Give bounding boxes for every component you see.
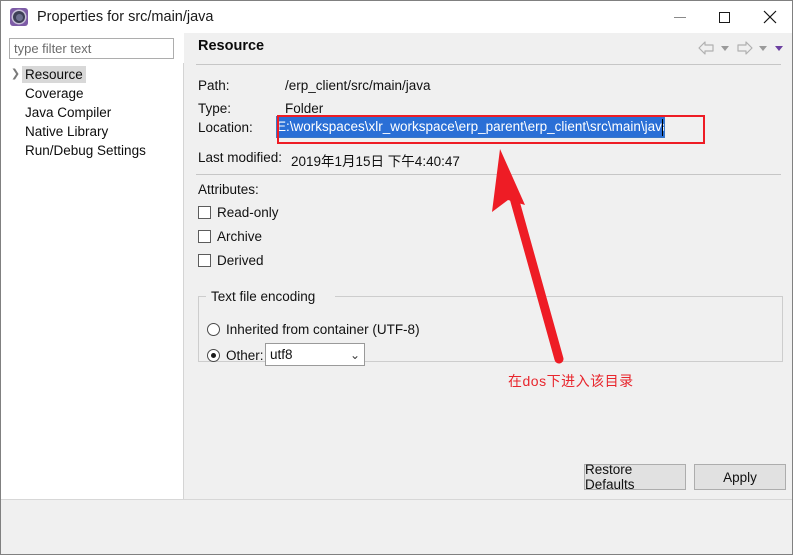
window-title: Properties for src/main/java — [37, 9, 214, 25]
arrow-left-icon — [697, 41, 714, 55]
radio-circle-selected — [207, 349, 220, 362]
page-menu-button[interactable] — [772, 38, 786, 58]
header-divider — [196, 64, 781, 65]
path-value: /erp_client/src/main/java — [285, 78, 431, 93]
chevron-down-icon — [721, 45, 729, 51]
page-header: Resource — [185, 33, 792, 64]
sidebar-item-run-debug-settings[interactable]: Run/Debug Settings — [1, 141, 183, 160]
path-label: Path: — [198, 78, 230, 93]
checkbox-box — [198, 254, 211, 267]
filter-area — [1, 33, 184, 63]
chevron-down-icon: ⌄ — [349, 347, 360, 362]
attributes-divider — [196, 174, 781, 175]
radio-other[interactable]: Other: — [207, 348, 264, 363]
chevron-right-icon[interactable]: ❯ — [9, 69, 22, 80]
close-button[interactable] — [747, 1, 792, 33]
checkbox-archive[interactable]: Archive — [198, 229, 262, 244]
close-icon — [763, 10, 776, 24]
forward-button[interactable] — [734, 38, 754, 58]
annotation-text: 在dos下进入该目录 — [508, 373, 634, 389]
text-cursor — [662, 119, 663, 136]
checkbox-derived[interactable]: Derived — [198, 253, 264, 268]
last-modified-label: Last modified: — [198, 150, 283, 165]
checkbox-box — [198, 230, 211, 243]
properties-dialog: Properties for src/main/java ❯ Resource … — [0, 0, 793, 555]
text-file-encoding-title: Text file encoding — [207, 289, 320, 304]
last-modified-value: 2019年1月15日 下午4:40:47 — [291, 154, 460, 169]
checkbox-box — [198, 206, 211, 219]
sidebar-item-java-compiler[interactable]: Java Compiler — [1, 103, 183, 122]
dialog-footer: ? Apply and Close Cancel https://blog.cs… — [1, 500, 792, 554]
chevron-down-filled-icon — [775, 45, 783, 51]
page-navigation — [696, 38, 786, 58]
encoding-select[interactable]: utf8 ⌄ — [265, 343, 365, 366]
apply-button[interactable]: Apply — [694, 464, 786, 490]
radio-inherited-from-container[interactable]: Inherited from container (UTF-8) — [207, 322, 420, 337]
back-dropdown-button[interactable] — [718, 38, 732, 58]
checkbox-label: Derived — [217, 253, 264, 268]
radio-label: Inherited from container (UTF-8) — [226, 322, 420, 337]
forward-dropdown-button[interactable] — [756, 38, 770, 58]
sidebar-item-coverage[interactable]: Coverage — [1, 84, 183, 103]
sidebar-item-label: Coverage — [25, 86, 84, 101]
radio-circle — [207, 323, 220, 336]
sidebar-item-label: Native Library — [25, 124, 109, 139]
search-input[interactable] — [9, 38, 174, 59]
encoding-select-value: utf8 — [270, 347, 293, 362]
sidebar-item-native-library[interactable]: Native Library — [1, 122, 183, 141]
sidebar-item-label: Java Compiler — [25, 105, 112, 120]
sidebar-item-label: Run/Debug Settings — [25, 143, 146, 158]
checkbox-read-only[interactable]: Read-only — [198, 205, 279, 220]
sidebar-item-label: Resource — [22, 66, 86, 83]
location-label: Location: — [198, 120, 253, 135]
type-value: Folder — [285, 101, 324, 116]
settings-tree: ❯ Resource Coverage Java Compiler Native… — [1, 63, 184, 499]
resource-page: Resource Path: /erp_client/src/main/java… — [185, 33, 792, 499]
chevron-down-icon — [759, 45, 767, 51]
page-title: Resource — [198, 38, 265, 54]
sidebar-item-resource[interactable]: ❯ Resource — [1, 65, 183, 84]
maximize-button[interactable] — [702, 1, 747, 33]
back-button[interactable] — [696, 38, 716, 58]
minimize-button[interactable] — [657, 1, 702, 33]
type-label: Type: — [198, 101, 232, 116]
window-controls — [657, 1, 792, 33]
title-bar: Properties for src/main/java — [1, 1, 792, 33]
attributes-label: Attributes: — [198, 182, 259, 197]
checkbox-label: Archive — [217, 229, 263, 244]
radio-label: Other: — [226, 348, 264, 363]
properties-gear-icon — [10, 8, 28, 26]
checkbox-label: Read-only — [217, 205, 279, 220]
restore-defaults-button[interactable]: Restore Defaults — [584, 462, 686, 492]
location-input[interactable]: E:\workspaces\xlr_workspace\erp_parent\e… — [276, 116, 665, 138]
arrow-right-icon — [736, 41, 753, 55]
location-input-value: E:\workspaces\xlr_workspace\erp_parent\e… — [277, 117, 664, 137]
